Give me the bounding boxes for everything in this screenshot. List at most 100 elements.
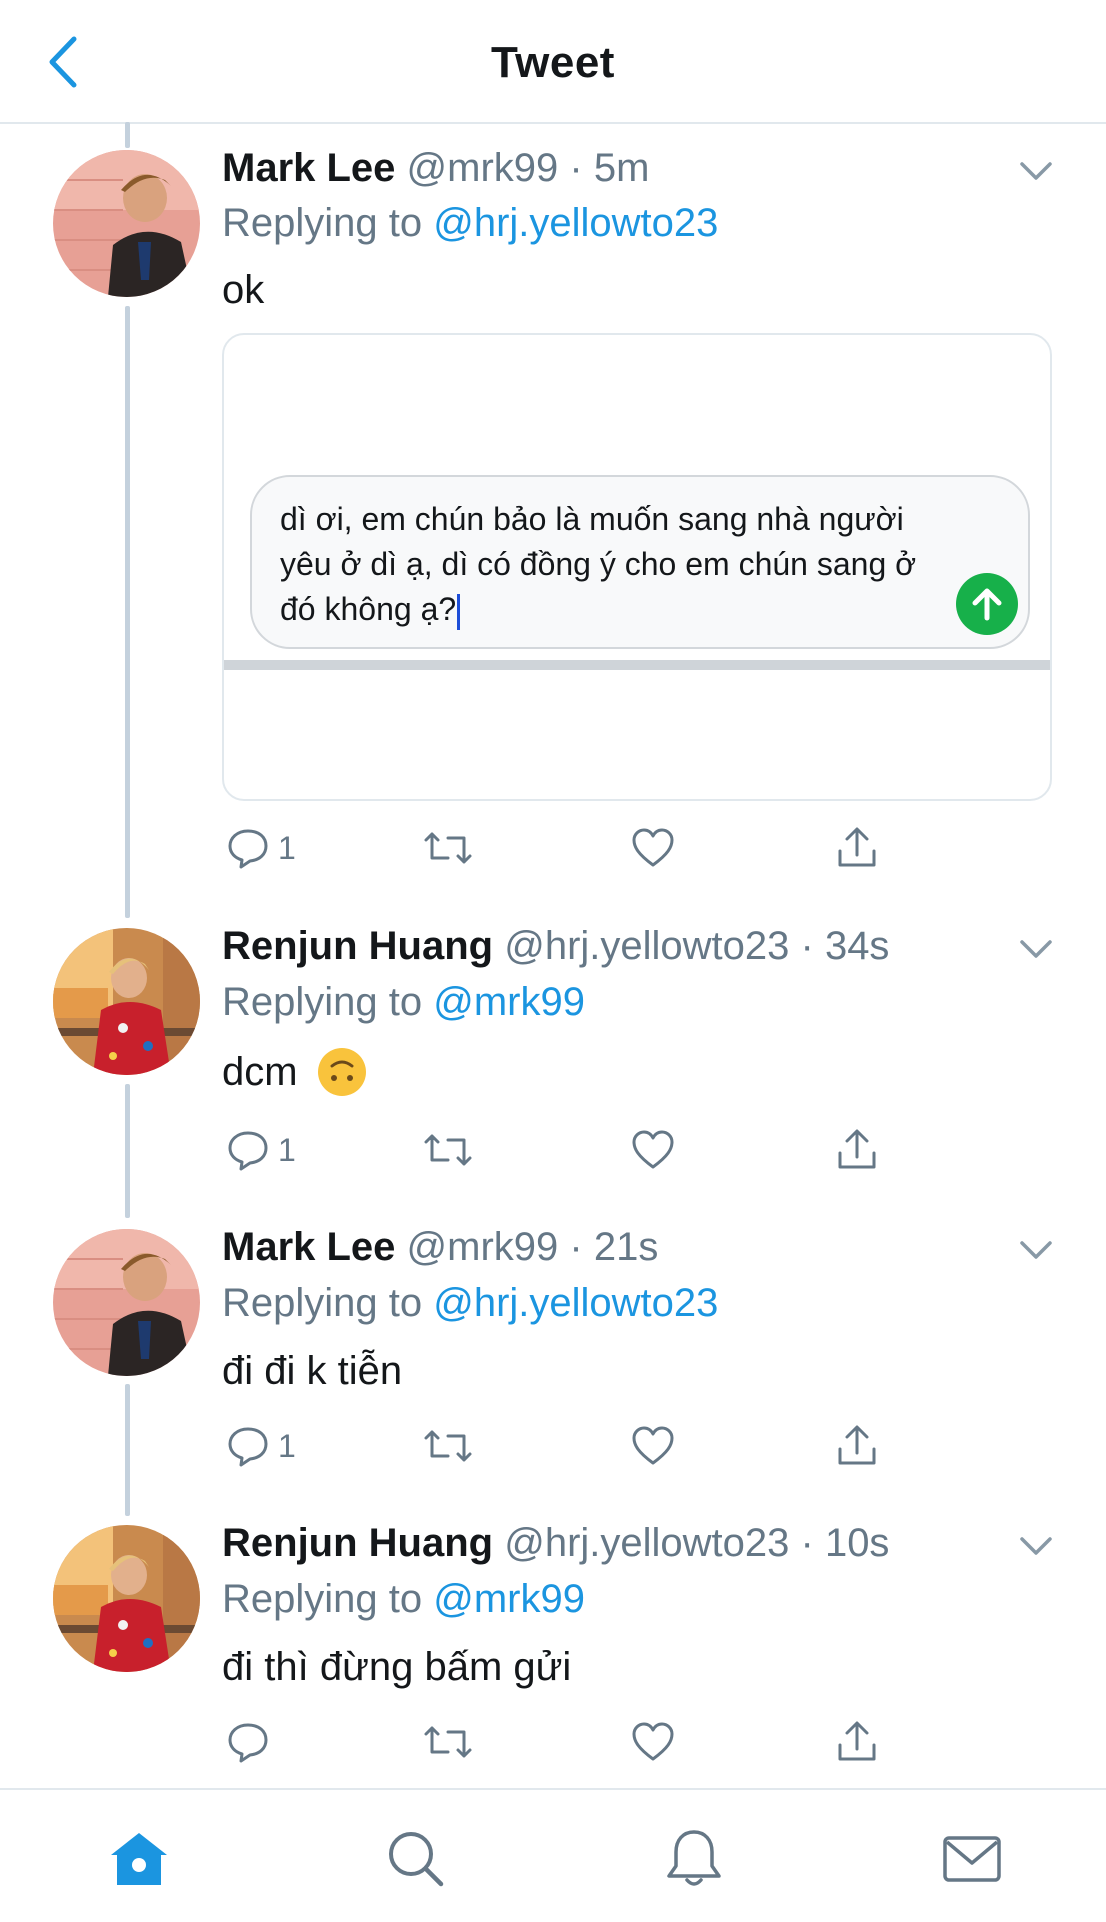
message-text: dì ơi, em chún bảo là muốn sang nhà ngườ… <box>280 497 930 632</box>
nav-messages[interactable] <box>937 1824 1007 1894</box>
author-meta: @hrj.yellowto23 · 34s <box>504 924 890 968</box>
share-button[interactable] <box>834 1120 880 1180</box>
arrow-up-icon <box>972 588 1002 621</box>
tweet-text: dcm <box>222 1046 368 1098</box>
nav-search[interactable] <box>381 1824 451 1894</box>
retweet-button[interactable] <box>422 1712 474 1772</box>
retweet-icon <box>424 1134 472 1166</box>
tweet-actions <box>222 1712 922 1772</box>
author-meta: @hrj.yellowto23 · 10s <box>504 1521 890 1565</box>
avatar[interactable] <box>53 1229 200 1376</box>
like-button[interactable] <box>630 818 676 878</box>
tweet-header: Mark Lee @mrk99 · 21s <box>222 1225 658 1270</box>
author-name[interactable]: Renjun Huang <box>222 1521 493 1565</box>
share-button[interactable] <box>834 818 880 878</box>
reply-count: 1 <box>278 829 296 866</box>
retweet-button[interactable] <box>422 818 474 878</box>
mail-icon <box>943 1836 1001 1882</box>
nav-notifications[interactable] <box>659 1824 729 1894</box>
tweet-text: đi thì đừng bấm gửi <box>222 1645 571 1690</box>
like-button[interactable] <box>630 1712 676 1772</box>
author-name[interactable]: Mark Lee <box>222 1225 395 1269</box>
like-button[interactable] <box>630 1120 676 1180</box>
reply-button[interactable]: 1 <box>226 1120 296 1180</box>
page-title: Tweet <box>491 38 615 87</box>
avatar-photo <box>53 928 200 1075</box>
author-name[interactable]: Mark Lee <box>222 146 395 190</box>
avatar-photo <box>53 1229 200 1376</box>
top-bar: Tweet <box>0 0 1106 124</box>
share-icon <box>838 1721 876 1761</box>
comment-icon <box>228 1723 268 1763</box>
chevron-down-icon[interactable] <box>1018 1533 1054 1559</box>
thread-line <box>125 1384 130 1516</box>
comment-icon <box>228 829 268 869</box>
tweet-header: Renjun Huang @hrj.yellowto23 · 34s <box>222 924 889 969</box>
replying-handle[interactable]: @hrj.yellowto23 <box>433 201 718 245</box>
text-cursor <box>457 593 461 630</box>
heart-icon <box>632 1426 674 1465</box>
thread-line <box>125 122 130 148</box>
tweet-media-card[interactable]: dì ơi, em chún bảo là muốn sang nhà ngườ… <box>222 333 1052 801</box>
share-button[interactable] <box>834 1416 880 1476</box>
bottom-nav <box>0 1788 1106 1922</box>
tweet-actions: 1 <box>222 1416 922 1476</box>
reply-button[interactable] <box>226 1712 278 1772</box>
replying-handle[interactable]: @hrj.yellowto23 <box>433 1281 718 1325</box>
avatar-photo <box>53 1525 200 1672</box>
replying-label: Replying to <box>222 1577 434 1621</box>
avatar-photo <box>53 150 200 297</box>
author-name[interactable]: Renjun Huang <box>222 924 493 968</box>
share-icon <box>838 1129 876 1169</box>
nav-home[interactable] <box>104 1824 174 1894</box>
heart-icon <box>632 828 674 867</box>
chevron-down-icon[interactable] <box>1018 158 1054 184</box>
reply-button[interactable]: 1 <box>226 818 296 878</box>
tweet-header: Mark Lee @mrk99 · 5m <box>222 146 649 191</box>
tweet-header: Renjun Huang @hrj.yellowto23 · 10s <box>222 1521 889 1566</box>
retweet-button[interactable] <box>422 1416 474 1476</box>
retweet-button[interactable] <box>422 1120 474 1180</box>
bell-icon <box>667 1830 721 1886</box>
replying-label: Replying to <box>222 1281 434 1325</box>
search-icon <box>389 1832 444 1887</box>
send-button[interactable] <box>956 573 1018 635</box>
author-meta: @mrk99 · 5m <box>406 146 650 190</box>
message-text-content: dì ơi, em chún bảo là muốn sang nhà ngườ… <box>280 501 917 627</box>
comment-icon <box>228 1427 268 1467</box>
chevron-down-icon[interactable] <box>1018 936 1054 962</box>
replying-handle[interactable]: @mrk99 <box>433 1577 585 1621</box>
thread-line <box>125 1084 130 1218</box>
avatar[interactable] <box>53 150 200 297</box>
reply-count: 1 <box>278 1131 296 1168</box>
share-icon <box>838 1425 876 1465</box>
chevron-down-icon[interactable] <box>1018 1237 1054 1263</box>
retweet-icon <box>424 832 472 864</box>
like-button[interactable] <box>630 1416 676 1476</box>
retweet-icon <box>424 1430 472 1462</box>
comment-icon <box>228 1131 268 1171</box>
avatar[interactable] <box>53 1525 200 1672</box>
tweet-text-content: đi thì đừng bấm gửi <box>222 1645 572 1689</box>
reply-count: 1 <box>278 1427 296 1464</box>
card-divider <box>224 660 1050 670</box>
home-icon <box>111 1833 167 1885</box>
tweet-text: ok <box>222 268 264 313</box>
share-icon <box>838 827 876 867</box>
replying-to: Replying to @hrj.yellowto23 <box>222 201 718 246</box>
replying-to: Replying to @mrk99 <box>222 1577 585 1622</box>
avatar[interactable] <box>53 928 200 1075</box>
tweet-text-content: dcm <box>222 1049 298 1094</box>
heart-icon <box>632 1722 674 1761</box>
replying-label: Replying to <box>222 980 434 1024</box>
replying-handle[interactable]: @mrk99 <box>433 980 585 1024</box>
tweet-text-content: đi đi k tiễn <box>222 1349 403 1393</box>
message-input-box[interactable]: dì ơi, em chún bảo là muốn sang nhà ngườ… <box>250 475 1030 649</box>
replying-to: Replying to @mrk99 <box>222 980 585 1025</box>
tweet-text: đi đi k tiễn <box>222 1349 402 1394</box>
upside-down-face-icon <box>317 1048 366 1096</box>
tweet-actions: 1 <box>222 818 922 878</box>
reply-button[interactable]: 1 <box>226 1416 296 1476</box>
thread-line <box>125 306 130 918</box>
share-button[interactable] <box>834 1712 880 1772</box>
